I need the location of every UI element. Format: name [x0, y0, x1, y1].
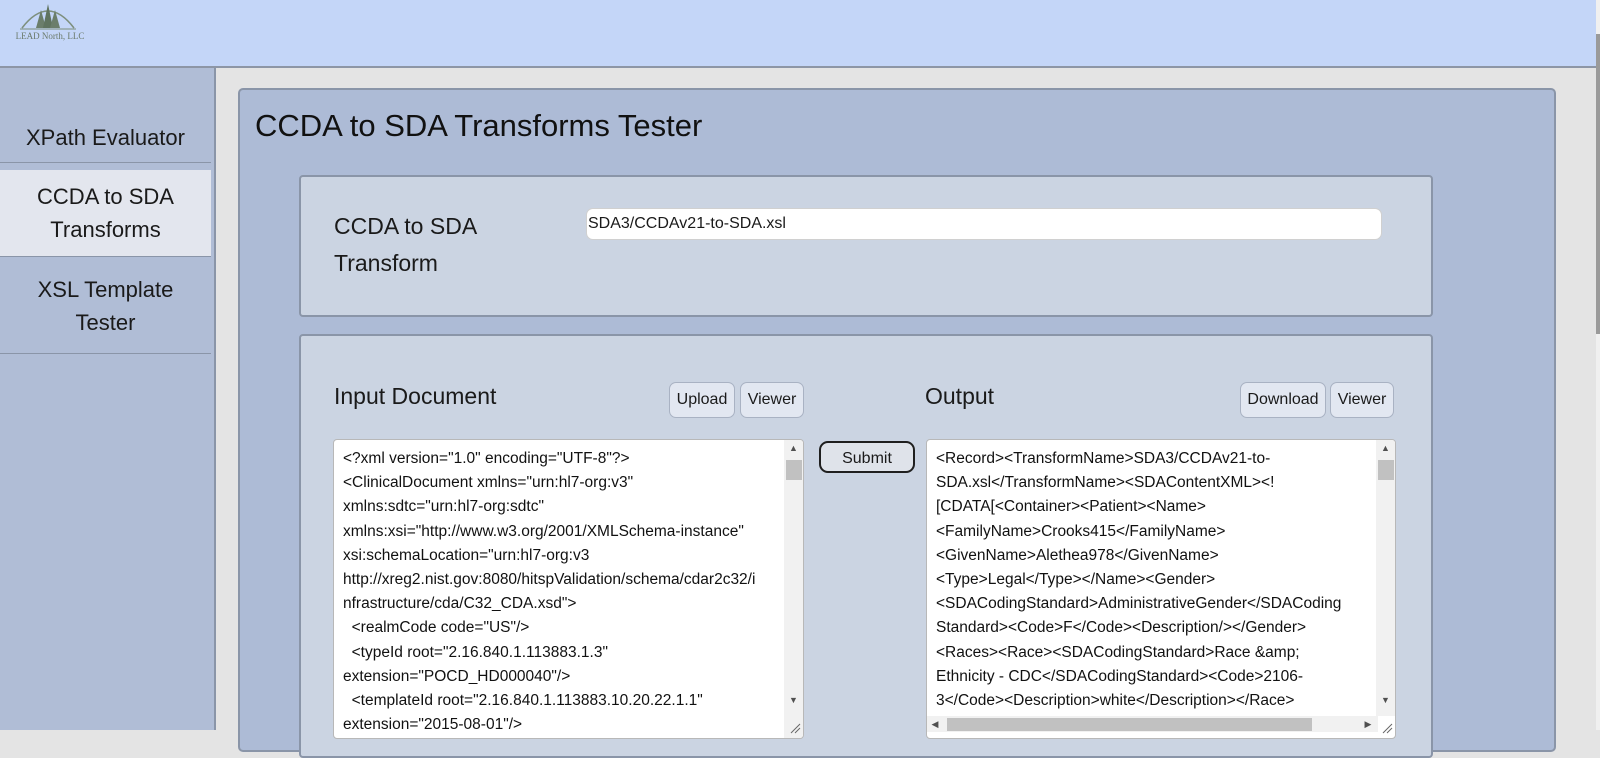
resize-grip-icon[interactable] [789, 722, 801, 734]
output-scroll-thumb[interactable] [1378, 460, 1394, 480]
sidebar-item-xsl-template-tester[interactable]: XSL Template Tester [0, 258, 211, 354]
sidebar-item-label: XPath Evaluator [26, 124, 185, 150]
page-scrollbar[interactable] [1596, 0, 1600, 730]
pine-trees-logo-icon [20, 4, 76, 30]
input-scroll-thumb[interactable] [786, 460, 802, 480]
sidebar-item-xpath-evaluator[interactable]: XPath Evaluator [0, 112, 211, 163]
download-button[interactable]: Download [1240, 382, 1326, 418]
output-viewer-button[interactable]: Viewer [1330, 382, 1394, 418]
output-textarea[interactable]: <Record><TransformName>SDA3/CCDAv21-to- … [926, 439, 1396, 739]
transform-path-input[interactable] [586, 208, 1382, 240]
output-label: Output [925, 383, 995, 409]
input-document-content: <?xml version="1.0" encoding="UTF-8"?> <… [343, 450, 756, 734]
upload-button[interactable]: Upload [669, 382, 735, 418]
logo-text: LEAD North, LLC [15, 31, 85, 41]
sidebar-item-label: XSL Template Tester [37, 276, 174, 335]
sidebar-item-ccda-to-sda-transforms[interactable]: CCDA to SDA Transforms [0, 170, 211, 257]
triangle-down-icon[interactable]: ▼ [784, 692, 803, 708]
page-title: CCDA to SDA Transforms Tester [255, 108, 703, 143]
output-vertical-scrollbar[interactable]: ▲ ▼ [1376, 440, 1395, 716]
input-document-textarea[interactable]: <?xml version="1.0" encoding="UTF-8"?> <… [333, 439, 804, 739]
output-content: <Record><TransformName>SDA3/CCDAv21-to- … [936, 450, 1342, 710]
sidebar-item-label: CCDA to SDA Transforms [37, 184, 174, 242]
transform-label: CCDA to SDA Transform [334, 213, 476, 276]
output-hscroll-thumb[interactable] [947, 718, 1312, 731]
triangle-down-icon[interactable]: ▼ [1376, 692, 1395, 708]
resize-grip-icon[interactable] [1381, 722, 1393, 734]
sidebar-nav: XPath Evaluator CCDA to SDA Transforms X… [0, 68, 216, 730]
submit-button[interactable]: Submit [819, 441, 915, 473]
app-header: LEAD North, LLC [0, 0, 1596, 68]
input-vertical-scrollbar[interactable]: ▲ ▼ [784, 440, 803, 738]
triangle-up-icon[interactable]: ▲ [784, 440, 803, 456]
input-document-label: Input Document [334, 383, 497, 409]
triangle-up-icon[interactable]: ▲ [1376, 440, 1395, 456]
input-viewer-button[interactable]: Viewer [740, 382, 804, 418]
company-logo[interactable]: LEAD North, LLC [10, 0, 86, 46]
page-scrollbar-thumb[interactable] [1596, 34, 1600, 334]
